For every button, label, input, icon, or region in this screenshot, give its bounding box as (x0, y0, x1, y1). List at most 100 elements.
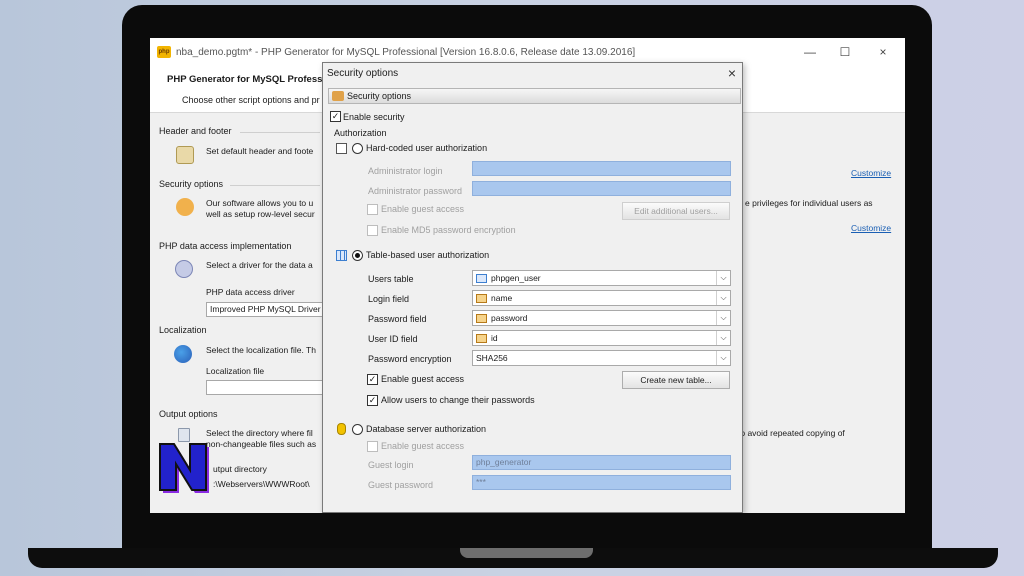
section-localization-title: Localization (159, 325, 207, 335)
password-field-select[interactable]: password ⌵ (472, 310, 731, 326)
hardcoded-guest-checkbox[interactable] (367, 204, 378, 215)
dialog-close-button[interactable]: × (728, 65, 736, 81)
enable-security-label: Enable security (343, 112, 405, 122)
admin-login-input[interactable] (472, 161, 731, 176)
tab-label: Security options (347, 91, 412, 101)
security-options-dialog: Security options × Security options ✓ En… (322, 62, 743, 513)
authorization-group-label: Authorization (334, 128, 387, 138)
section-header-footer-title: Header and footer (159, 126, 232, 136)
user-id-field-label: User ID field (368, 334, 418, 344)
chevron-down-icon: ⌵ (716, 331, 730, 345)
key-field-icon (476, 334, 487, 343)
password-encryption-label: Password encryption (368, 354, 452, 364)
hardcoded-guest-label: Enable guest access (381, 204, 465, 214)
localization-text: Select the localization file. Th (206, 345, 316, 355)
users-table-label: Users table (368, 274, 414, 284)
users-table-value: phpgen_user (491, 273, 541, 283)
section-security-title: Security options (159, 179, 224, 189)
admin-password-input[interactable] (472, 181, 731, 196)
customize-link-1[interactable]: Customize (851, 168, 891, 178)
php-app-icon: php (157, 46, 171, 58)
password-field-value: password (491, 313, 528, 323)
output-text-line1: Select the directory where fil (206, 428, 313, 438)
field-icon (476, 314, 487, 323)
data-access-text: Select a driver for the data a (206, 260, 313, 270)
password-field-label: Password field (368, 314, 427, 324)
chevron-down-icon: ⌵ (716, 351, 730, 365)
section-data-access-title: PHP data access implementation (159, 241, 292, 251)
minimize-button[interactable]: — (795, 44, 825, 60)
db-guest-label: Enable guest access (381, 441, 465, 451)
guest-password-input[interactable]: *** (472, 475, 731, 490)
maximize-button[interactable]: ☐ (830, 44, 860, 60)
chevron-down-icon: ⌵ (716, 311, 730, 325)
localization-file-label: Localization file (206, 366, 265, 376)
admin-password-label: Administrator password (368, 186, 463, 196)
table-guest-checkbox[interactable]: ✓ (367, 374, 378, 385)
security-tab-icon (332, 91, 344, 101)
table-icon (476, 274, 487, 283)
security-text-line2: well as setup row-level secur (206, 209, 315, 219)
dialog-title: Security options (327, 68, 399, 79)
users-table-select[interactable]: phpgen_user ⌵ (472, 270, 731, 286)
localization-file-input[interactable] (206, 380, 324, 395)
section-output-title: Output options (159, 409, 218, 419)
customize-link-2[interactable]: Customize (851, 223, 891, 233)
login-field-label: Login field (368, 294, 410, 304)
divider (230, 185, 320, 186)
tab-security-options[interactable]: Security options (328, 88, 741, 104)
wizard-subtitle: Choose other script options and pr (182, 95, 320, 105)
laptop-hinge (460, 548, 593, 558)
wizard-title: PHP Generator for MySQL Profess (167, 74, 323, 85)
user-id-field-select[interactable]: id ⌵ (472, 330, 731, 346)
field-icon (476, 294, 487, 303)
output-text-right: to avoid repeated copying of (738, 428, 845, 438)
login-field-select[interactable]: name ⌵ (472, 290, 731, 306)
database-driver-icon (175, 260, 193, 278)
md5-label: Enable MD5 password encryption (381, 225, 516, 235)
allow-change-password-label: Allow users to change their passwords (381, 395, 535, 405)
create-new-table-button[interactable]: Create new table... (622, 371, 730, 389)
allow-change-password-checkbox[interactable]: ✓ (367, 395, 378, 406)
chevron-down-icon: ⌵ (716, 271, 730, 285)
header-footer-text: Set default header and foote (206, 146, 314, 156)
hardcoded-auth-icon (336, 143, 347, 154)
window-title: nba_demo.pgtm* - PHP Generator for MySQL… (176, 47, 636, 58)
user-lock-icon (176, 198, 194, 216)
output-text-line2: non-changeable files such as (206, 439, 317, 449)
hardcoded-auth-radio[interactable] (352, 143, 363, 154)
driver-label: PHP data access driver (206, 287, 295, 297)
globe-icon (174, 345, 192, 363)
guest-password-label: Guest password (368, 480, 434, 490)
table-guest-label: Enable guest access (381, 374, 465, 384)
admin-login-label: Administrator login (368, 166, 443, 176)
password-encryption-value: SHA256 (476, 353, 508, 363)
edit-additional-users-button[interactable]: Edit additional users... (622, 202, 730, 220)
user-id-field-value: id (491, 333, 498, 343)
db-guest-checkbox[interactable] (367, 441, 378, 452)
n-logo (159, 443, 209, 493)
screen: php nba_demo.pgtm* - PHP Generator for M… (150, 38, 905, 513)
db-server-auth-radio[interactable] (352, 424, 363, 435)
password-encryption-select[interactable]: SHA256 ⌵ (472, 350, 731, 366)
table-auth-radio[interactable] (352, 250, 363, 261)
driver-select[interactable]: Improved PHP MySQL Driver (206, 302, 324, 317)
document-icon (176, 146, 194, 164)
output-directory-label: utput directory (213, 464, 267, 474)
output-directory-input[interactable]: :\Webservers\WWWRoot\ (210, 478, 324, 493)
database-icon (337, 423, 346, 435)
close-window-button[interactable]: × (868, 44, 898, 60)
security-text-right: e privileges for individual users as (745, 198, 873, 208)
db-server-auth-label: Database server authorization (366, 424, 487, 434)
md5-checkbox[interactable] (367, 225, 378, 236)
guest-login-input[interactable]: php_generator (472, 455, 731, 470)
chevron-down-icon: ⌵ (716, 291, 730, 305)
security-text-line1: Our software allows you to u (206, 198, 314, 208)
divider (240, 132, 320, 133)
guest-login-label: Guest login (368, 460, 414, 470)
enable-security-checkbox[interactable]: ✓ (330, 111, 341, 122)
table-auth-icon (336, 250, 347, 261)
table-auth-label: Table-based user authorization (366, 250, 490, 260)
hardcoded-auth-label: Hard-coded user authorization (366, 143, 488, 153)
login-field-value: name (491, 293, 513, 303)
